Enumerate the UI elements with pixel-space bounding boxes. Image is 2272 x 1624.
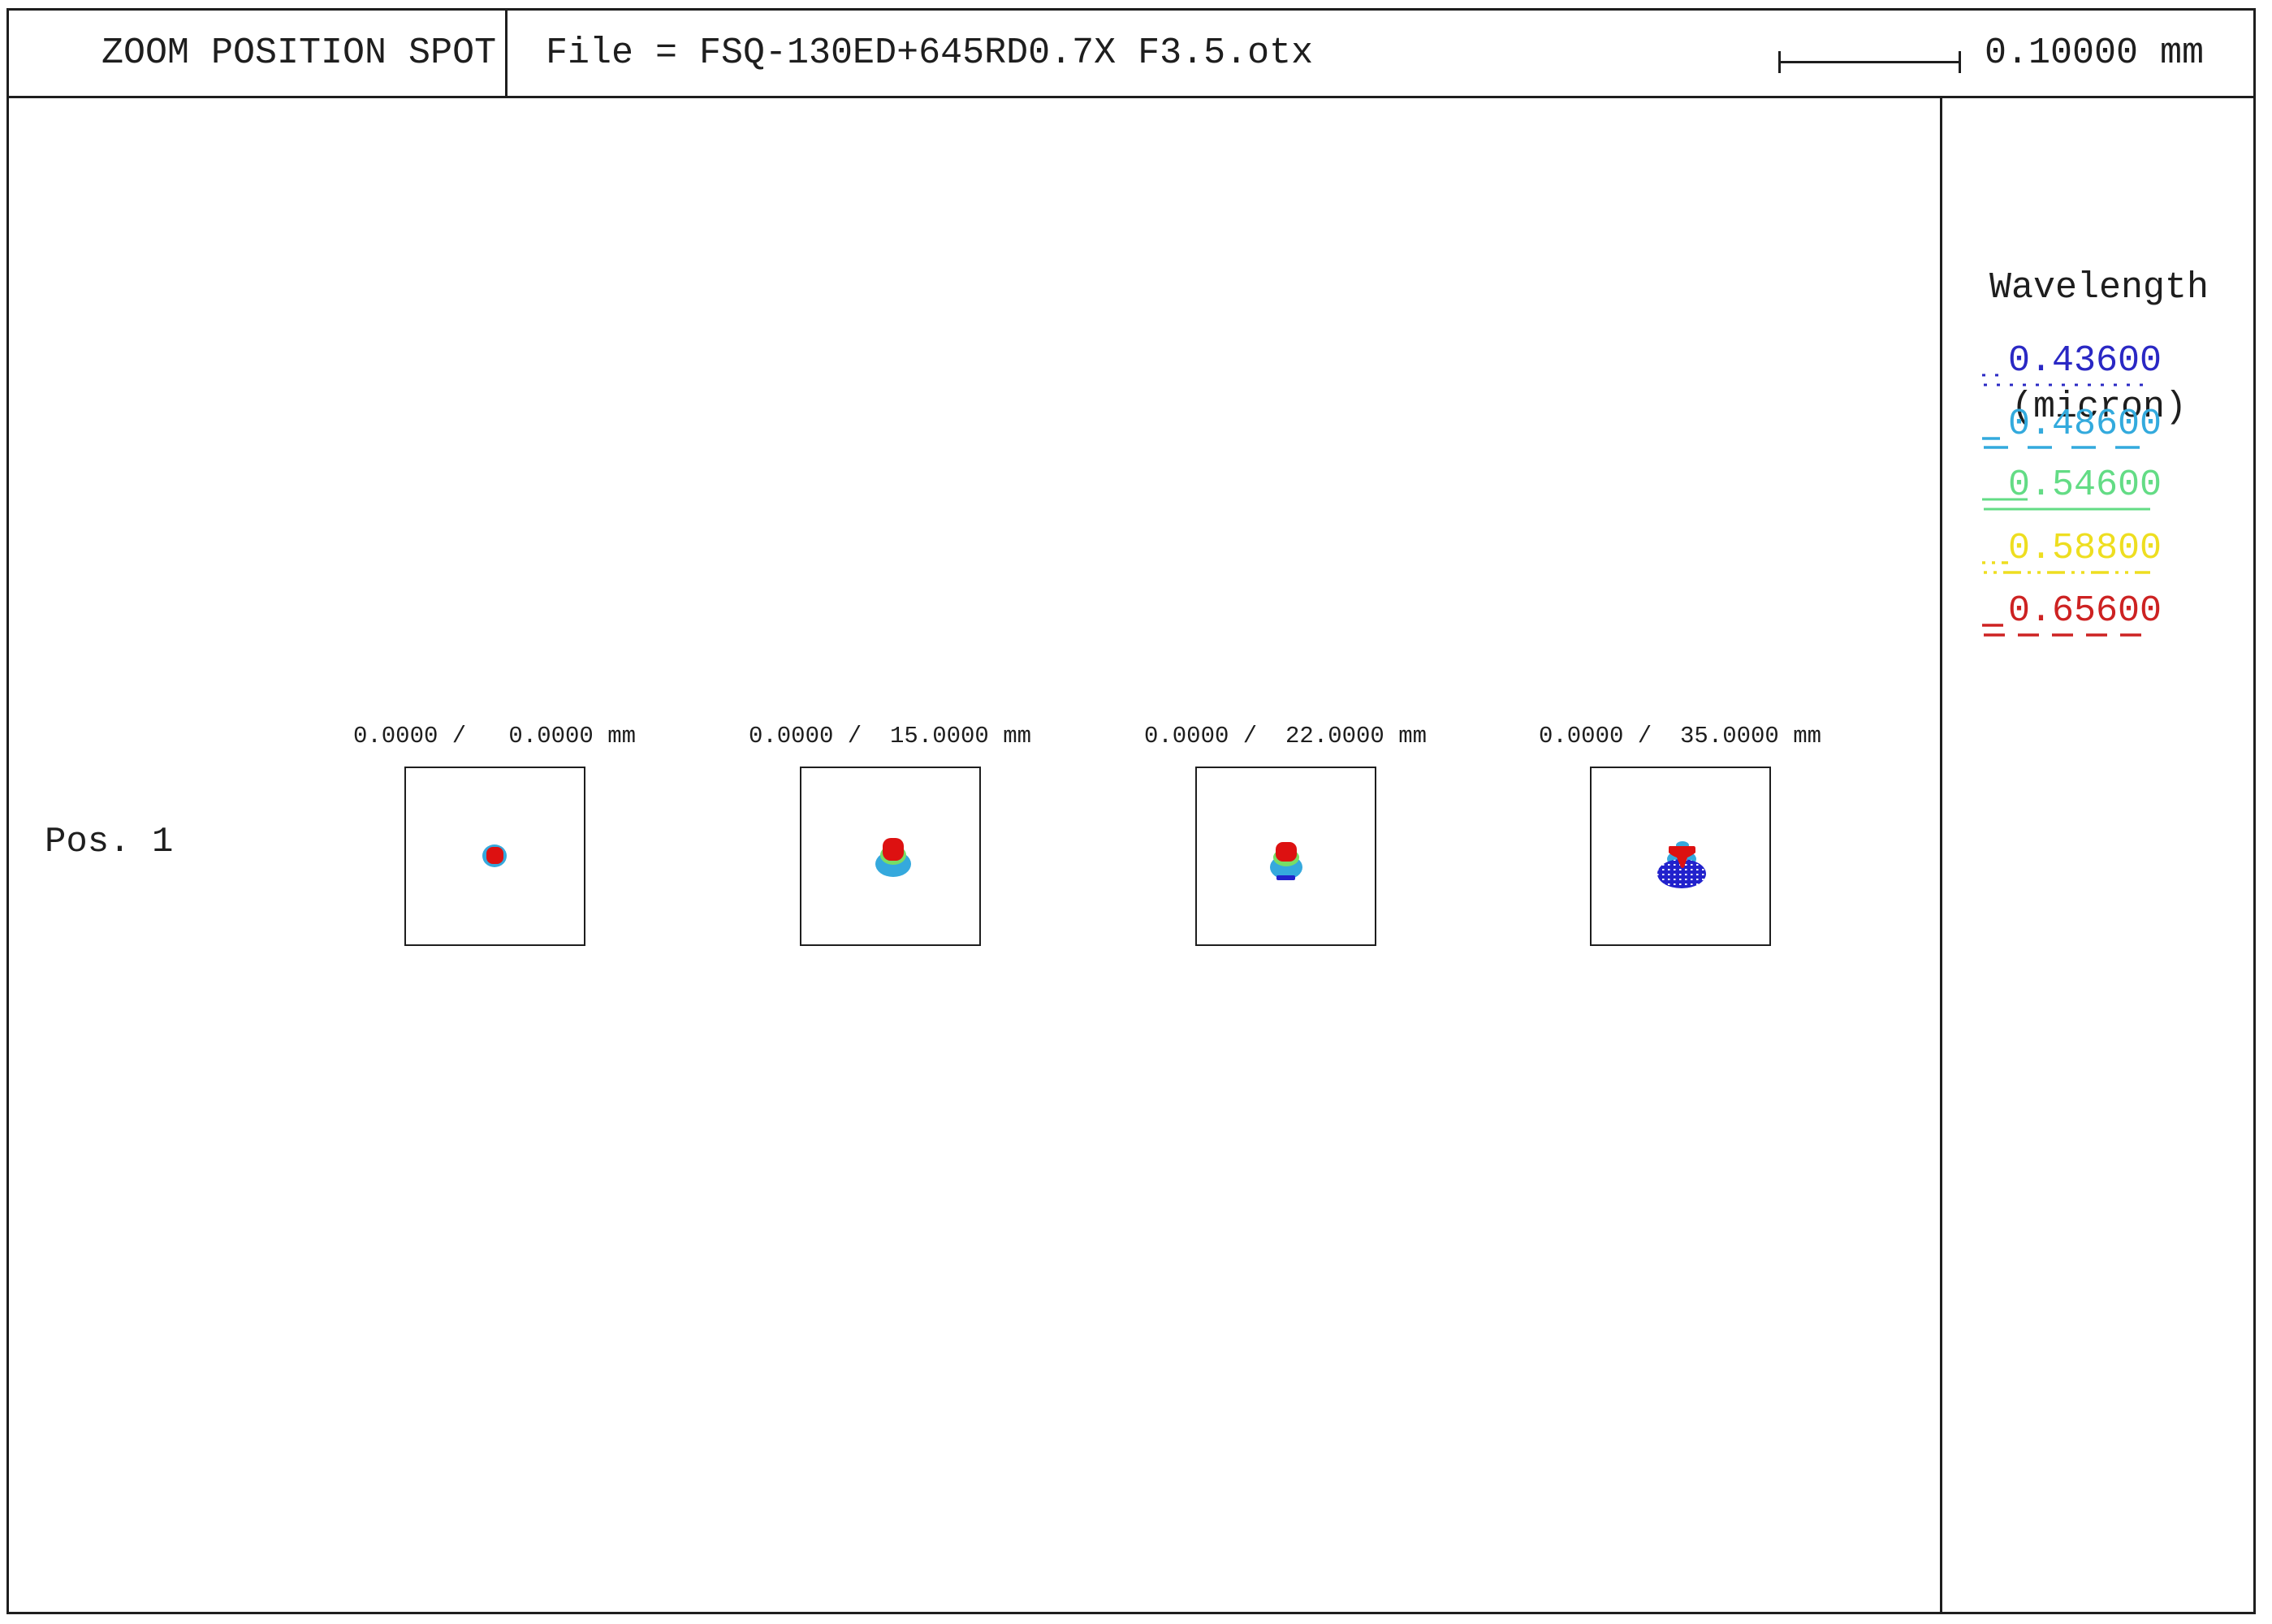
outer-frame (6, 8, 2256, 1614)
legend-title-line1: Wavelength (1942, 268, 2256, 308)
spot-box-1 (800, 767, 981, 946)
scale-bar-label: 0.10000 mm (1985, 32, 2204, 75)
position-label: Pos. 1 (45, 823, 173, 862)
scale-bar-right-tick (1959, 51, 1961, 73)
spot-box-2 (1195, 767, 1376, 946)
page-title: ZOOM POSITION SPOT (102, 32, 496, 75)
title-column-divider (505, 8, 508, 98)
field-label-2: 0.0000 / 22.0000 mm (1139, 723, 1432, 749)
legend-entry-3: 0.58800 (2008, 530, 2162, 568)
legend-entry-0: 0.43600 (2008, 343, 2162, 380)
spot-box-0 (404, 767, 585, 946)
spot-box-3 (1590, 767, 1771, 946)
spot-diagram-canvas: ZOOM POSITION SPOT File = FSQ-130ED+645R… (0, 0, 2272, 1624)
file-label: File = FSQ-130ED+645RD0.7X F3.5.otx (546, 32, 1313, 75)
field-label-1: 0.0000 / 15.0000 mm (744, 723, 1036, 749)
legend-entry-1: 0.48600 (2008, 406, 2162, 443)
title-bar-separator (6, 96, 2256, 98)
field-label-3: 0.0000 / 35.0000 mm (1534, 723, 1826, 749)
legend-entry-4: 0.65600 (2008, 593, 2162, 630)
field-label-0: 0.0000 / 0.0000 mm (348, 723, 641, 749)
legend-entry-2: 0.54600 (2008, 467, 2162, 504)
scale-bar-line (1778, 61, 1961, 63)
scale-bar-left-tick (1778, 51, 1781, 73)
